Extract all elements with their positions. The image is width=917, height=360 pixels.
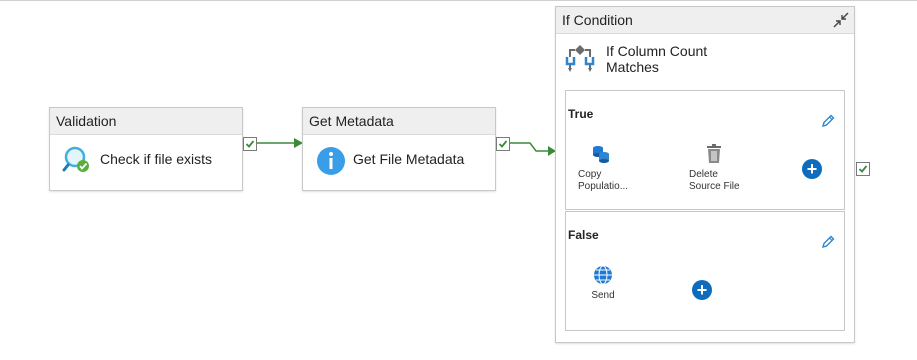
if-condition-summary: If Column Count Matches [564, 41, 844, 85]
send-activity[interactable]: Send [568, 264, 638, 302]
branch-title: True [568, 107, 594, 121]
pencil-icon[interactable] [820, 234, 836, 250]
success-checkbox[interactable] [496, 137, 510, 151]
validation-icon [62, 146, 89, 172]
delete-activity-label: Delete Source File [689, 169, 740, 192]
connector-validation-to-metadata [256, 138, 303, 148]
info-icon [317, 147, 345, 175]
activity-name: Get File Metadata [353, 151, 465, 167]
check-icon [245, 140, 255, 148]
connector-metadata-to-if [509, 142, 556, 156]
if-condition-icon [565, 45, 595, 72]
if-condition-activity[interactable]: If Condition If Column Count Matches Tru… [555, 6, 855, 343]
get-metadata-activity[interactable]: Get Metadata Get File Metadata [302, 107, 496, 191]
validation-activity[interactable]: Validation Check if file exists [49, 107, 243, 191]
false-branch[interactable]: False Send + [565, 211, 845, 331]
activity-header: Validation [50, 108, 242, 135]
add-activity-button[interactable]: + [802, 159, 822, 179]
collapse-icon[interactable] [832, 11, 850, 29]
success-checkbox[interactable] [856, 162, 870, 176]
check-icon [498, 140, 508, 148]
activity-name: Check if file exists [100, 151, 213, 167]
if-condition-name: If Column Count Matches [606, 43, 708, 75]
delete-activity[interactable]: Delete Source File [679, 143, 749, 193]
add-activity-button[interactable]: + [692, 280, 712, 300]
success-checkbox[interactable] [243, 137, 257, 151]
web-globe-icon [594, 265, 612, 285]
true-branch[interactable]: True Copy Populatio... Delete Source Fil… [565, 90, 845, 210]
copy-activity[interactable]: Copy Populatio... [566, 143, 636, 193]
send-activity-label: Send [591, 290, 615, 301]
branch-title: False [568, 228, 599, 242]
copy-activity-label: Copy Populatio... [578, 169, 629, 192]
pencil-icon[interactable] [820, 113, 836, 129]
if-condition-header: If Condition [556, 7, 854, 34]
trash-icon [707, 144, 721, 163]
check-icon [858, 165, 868, 173]
copy-data-icon [593, 146, 609, 163]
activity-header: Get Metadata [303, 108, 495, 135]
